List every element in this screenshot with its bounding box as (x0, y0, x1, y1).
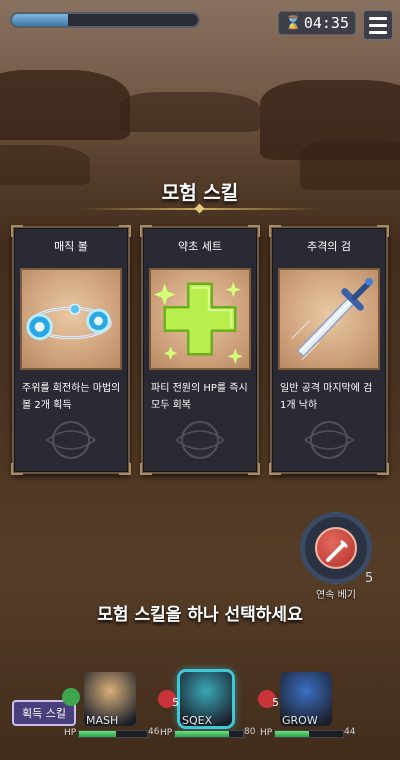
hp-bar (174, 730, 244, 738)
hp-fill (175, 731, 230, 737)
stage-progress-bar (10, 12, 200, 28)
skill-card-title: 추격의 검 (307, 240, 351, 253)
skill-card-chasing-sword[interactable]: 추격의 검 일반 공격 마지막에 검 1개 낙하 (269, 225, 389, 475)
hp-value: 80 (244, 727, 256, 737)
party-member-sqex[interactable]: 5 SQEX HP 80 (158, 672, 256, 742)
skill-card-magic-ball[interactable]: 매직 볼 주위를 회전하는 마법의 볼 2개 획득 (11, 225, 131, 475)
card-emblem-ornament (45, 421, 97, 459)
hero-level: 5 (172, 696, 179, 709)
party-member-mash[interactable]: MASH HP 46 (62, 672, 159, 742)
element-badge-icon (62, 688, 80, 706)
instruction-text: 모험 스킬을 하나 선택하세요 (97, 605, 303, 625)
hero-level: 5 (272, 696, 279, 709)
skill-card-herb-set[interactable]: 약초 세트 파티 전원의 HP를 즉시 모두 회복 (140, 225, 260, 475)
hero-name: MASH (86, 714, 119, 727)
hp-bar (274, 730, 344, 738)
hourglass-icon: ⌛ (285, 15, 302, 31)
hp-label: HP (160, 728, 173, 738)
heal-cross-icon (149, 268, 251, 370)
magic-ball-icon (20, 268, 122, 370)
hp-bar (78, 730, 148, 738)
hero-name: SQEX (182, 714, 213, 727)
hp-label: HP (260, 728, 273, 738)
timer: ⌛ 04:35 (278, 11, 356, 35)
party-member-grow[interactable]: 5 GROW HP 44 (258, 672, 356, 742)
menu-icon (369, 16, 387, 20)
skill-card-title: 매직 볼 (54, 240, 88, 253)
hp-value: 44 (344, 727, 356, 737)
hp-fill (79, 731, 117, 737)
menu-button[interactable] (363, 10, 393, 40)
stage-progress-fill (12, 14, 68, 26)
skill-select-title: 모험 스킬 (161, 182, 239, 204)
combo-slash-count: 5 (365, 571, 374, 586)
sword-icon (278, 268, 380, 370)
hp-label: HP (64, 728, 77, 738)
card-emblem-ornament (303, 421, 355, 459)
hero-name: GROW (282, 714, 318, 727)
hp-fill (275, 731, 309, 737)
card-emblem-ornament (174, 421, 226, 459)
skill-card-description: 파티 전원의 HP를 즉시 모두 회복 (151, 383, 248, 411)
skill-card-description: 일반 공격 마지막에 검 1개 낙하 (280, 383, 373, 411)
skill-card-description: 주위를 회전하는 마법의 볼 2개 획득 (22, 383, 121, 411)
timer-text: 04:35 (303, 14, 349, 32)
skill-card-title: 약초 세트 (178, 240, 222, 253)
combo-slash-button[interactable]: 5 (300, 512, 374, 586)
slash-icon (315, 527, 357, 569)
combo-slash-label: 연속 베기 (316, 590, 356, 601)
